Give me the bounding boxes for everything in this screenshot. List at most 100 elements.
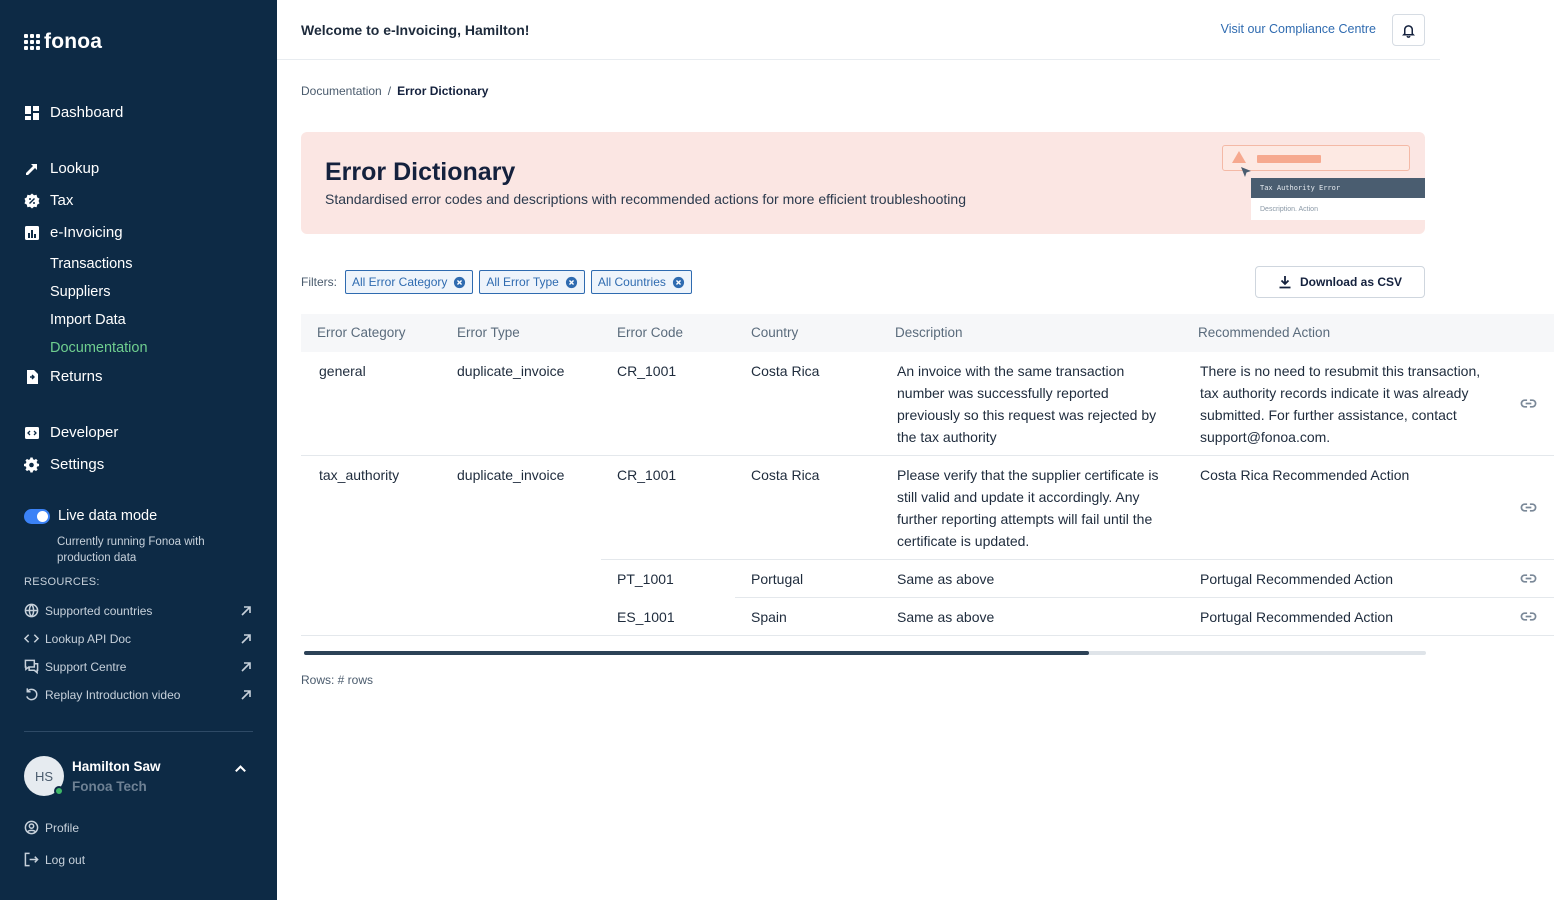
nav-returns-label: Returns: [50, 368, 103, 385]
nav-developer[interactable]: Developer: [24, 424, 118, 441]
link-icon[interactable]: [1520, 499, 1537, 516]
cell-action: There is no need to resubmit this transa…: [1200, 363, 1481, 445]
nav-tax-label: Tax: [50, 192, 74, 209]
col-error-code[interactable]: Error Code: [617, 325, 683, 340]
chevron-up-icon[interactable]: [233, 761, 248, 776]
tax-icon: [24, 193, 40, 208]
cell-action: Portugal Recommended Action: [1200, 609, 1393, 625]
nav-lookup[interactable]: Lookup: [24, 160, 99, 177]
cell-type: duplicate_invoice: [457, 363, 565, 379]
link-icon[interactable]: [1520, 608, 1537, 625]
resource-label: Lookup API Doc: [45, 631, 132, 646]
resource-label: Replay Introduction video: [45, 687, 181, 702]
logout-label: Log out: [45, 852, 86, 867]
globe-icon: [24, 603, 39, 618]
chip-label: All Error Category: [352, 275, 448, 289]
logout-link[interactable]: Log out: [24, 852, 85, 867]
clear-circle-icon[interactable]: [565, 276, 578, 289]
compliance-centre-link[interactable]: Visit our Compliance Centre: [1221, 22, 1376, 36]
cell-code: ES_1001: [617, 609, 675, 625]
nav-einvoicing-label: e-Invoicing: [50, 224, 123, 241]
resource-support-centre[interactable]: Support Centre: [24, 659, 252, 674]
resource-supported-countries[interactable]: Supported countries: [24, 603, 252, 618]
logo-dots-icon: [24, 34, 40, 50]
warning-icon: [1232, 151, 1246, 163]
logo-text: fonoa: [44, 30, 103, 53]
download-icon: [1279, 276, 1291, 289]
resource-label: Support Centre: [45, 659, 127, 674]
user-org: Fonoa Tech: [72, 779, 147, 794]
lookup-icon: [26, 163, 37, 175]
nav-returns[interactable]: Returns: [24, 368, 103, 385]
illustration-card-sub: Description. Action: [1251, 198, 1425, 220]
nav-einvoicing[interactable]: e-Invoicing: [24, 224, 123, 241]
sub-transactions[interactable]: Transactions: [50, 256, 132, 272]
breadcrumb-documentation[interactable]: Documentation: [301, 84, 382, 98]
external-arrow-icon: [241, 689, 251, 700]
live-mode-description: Currently running Fonoa with production …: [57, 536, 205, 564]
sidebar-divider: [24, 731, 253, 732]
developer-icon: [25, 426, 39, 439]
cell-category: general: [319, 363, 366, 379]
col-error-type[interactable]: Error Type: [457, 325, 520, 340]
filter-chip-error-type[interactable]: All Error Type: [479, 270, 585, 294]
sub-documentation[interactable]: Documentation: [50, 340, 148, 356]
col-error-category[interactable]: Error Category: [317, 325, 406, 340]
row-divider: [601, 559, 1554, 560]
user-circle-icon: [24, 820, 39, 835]
cell-country: Costa Rica: [751, 363, 820, 379]
cell-category: tax_authority: [319, 467, 400, 483]
cell-code: PT_1001: [617, 571, 674, 587]
sub-suppliers[interactable]: Suppliers: [50, 284, 110, 300]
cell-country: Spain: [751, 609, 787, 625]
resource-replay-intro-video[interactable]: Replay Introduction video: [24, 687, 252, 702]
cell-country: Portugal: [751, 571, 804, 587]
row-divider: [301, 455, 1554, 456]
logout-icon: [24, 852, 39, 867]
error-dictionary-banner: Error Dictionary Standardised error code…: [301, 132, 1425, 234]
nav-tax[interactable]: Tax: [24, 192, 73, 209]
page-title: Error Dictionary: [325, 158, 516, 186]
replay-icon: [26, 688, 38, 701]
nav-dashboard-label: Dashboard: [50, 104, 124, 121]
clear-circle-icon[interactable]: [672, 276, 685, 289]
einvoicing-icon: [25, 225, 39, 240]
chat-icon: [24, 659, 39, 674]
live-mode-label: Live data mode: [58, 508, 158, 524]
cell-action: Portugal Recommended Action: [1200, 571, 1393, 587]
col-description[interactable]: Description: [895, 325, 963, 340]
resources-title: RESOURCES:: [24, 576, 100, 588]
link-icon[interactable]: [1520, 570, 1537, 587]
nav-settings[interactable]: Settings: [24, 456, 104, 473]
scrollbar-thumb[interactable]: [304, 651, 1090, 655]
clear-circle-icon[interactable]: [453, 276, 466, 289]
horizontal-scrollbar[interactable]: [304, 651, 1426, 655]
sub-import-data[interactable]: Import Data: [50, 312, 126, 328]
row-divider: [301, 635, 1554, 636]
nav-dashboard[interactable]: Dashboard: [24, 104, 123, 121]
top-bar: Welcome to e-Invoicing, Hamilton! Visit …: [277, 0, 1440, 60]
download-csv-label: Download as CSV: [1299, 275, 1403, 289]
chip-label: All Countries: [597, 275, 666, 289]
link-icon[interactable]: [1520, 395, 1537, 412]
bell-icon: [1402, 24, 1415, 38]
external-arrow-icon: [241, 605, 251, 616]
breadcrumb-current: Error Dictionary: [397, 84, 489, 98]
cell-country: Costa Rica: [751, 467, 820, 483]
col-country[interactable]: Country: [751, 325, 798, 340]
returns-icon: [27, 369, 38, 384]
profile-link[interactable]: Profile: [24, 820, 79, 835]
notifications-button[interactable]: [1392, 14, 1425, 46]
col-recommended-action[interactable]: Recommended Action: [1198, 325, 1330, 340]
filter-chip-error-category[interactable]: All Error Category: [345, 270, 474, 294]
table-header: Error Category Error Type Error Code Cou…: [301, 314, 1554, 352]
filter-chip-countries[interactable]: All Countries: [590, 270, 692, 294]
download-csv-button[interactable]: Download as CSV: [1255, 266, 1425, 298]
fonoa-logo[interactable]: fonoa: [24, 30, 102, 54]
resource-lookup-api-doc[interactable]: Lookup API Doc: [24, 631, 252, 646]
resource-label: Supported countries: [45, 603, 153, 618]
breadcrumb: Documentation / Error Dictionary: [301, 84, 488, 98]
cell-description: Please verify that the supplier certific…: [897, 467, 1159, 549]
live-mode-toggle[interactable]: [24, 508, 50, 524]
external-arrow-icon: [241, 661, 251, 672]
